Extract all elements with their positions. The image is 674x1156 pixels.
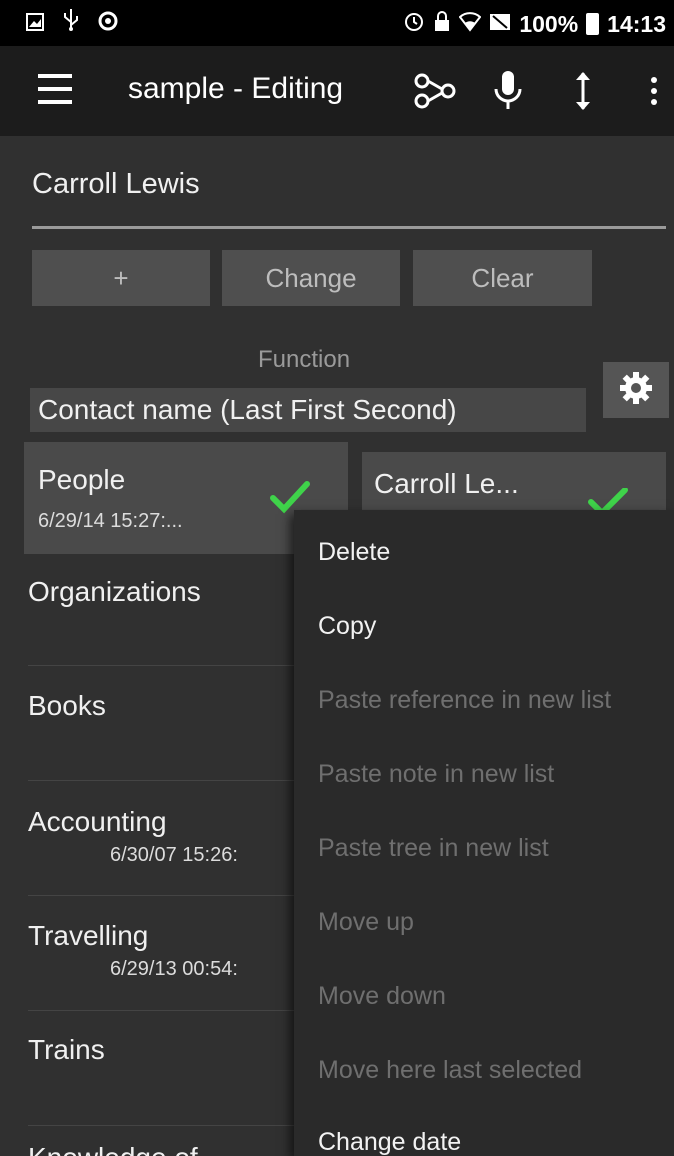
settings-button[interactable] — [603, 362, 669, 418]
list-item-date: 6/29/14 15:27:... — [38, 510, 183, 532]
microphone-icon[interactable] — [488, 66, 528, 116]
overflow-menu-icon[interactable] — [642, 66, 666, 116]
app-title: sample - Editing — [128, 72, 344, 105]
list-item-accounting[interactable]: Accounting 6/30/07 15:26: — [28, 806, 328, 867]
clear-button[interactable]: Clear — [413, 250, 592, 306]
entry-item-title: Carroll Le... — [374, 468, 519, 499]
name-input-underline — [32, 226, 666, 229]
menu-item-paste-tree[interactable]: Paste tree in new list — [318, 834, 549, 863]
add-button[interactable]: + — [32, 250, 210, 306]
divider — [28, 780, 308, 781]
list-item-title: Organizations — [28, 576, 201, 607]
menu-item-copy[interactable]: Copy — [318, 612, 376, 641]
no-signal-icon — [489, 11, 511, 38]
list-item-title: Knowledge of ... — [28, 1142, 328, 1156]
battery-icon — [586, 13, 600, 35]
list-item-title: People — [38, 464, 126, 495]
image-icon — [26, 10, 44, 38]
list-item-title: Accounting — [28, 806, 167, 837]
function-label: Function — [258, 346, 351, 373]
status-left-icons — [26, 8, 118, 39]
list-item-date: 6/29/13 00:54: — [110, 958, 238, 980]
list-item-date: 6/30/07 15:26: — [110, 844, 238, 866]
menu-item-paste-note[interactable]: Paste note in new list — [318, 760, 554, 789]
menu-item-move-up[interactable]: Move up — [318, 908, 414, 937]
divider — [28, 895, 308, 896]
gear-icon — [618, 370, 654, 411]
wifi-icon — [458, 11, 482, 38]
status-bar: 100% 14:13 — [0, 0, 674, 46]
status-right-icons: 100% 14:13 — [403, 10, 666, 38]
menu-item-change-date[interactable]: Change date — [318, 1128, 461, 1156]
list-item-organizations[interactable]: Organizations — [28, 576, 328, 608]
list-item-books[interactable]: Books — [28, 690, 328, 722]
alarm-icon — [403, 10, 425, 38]
divider — [28, 1125, 308, 1126]
divider — [28, 1010, 308, 1011]
battery-percent: 100% — [519, 10, 579, 37]
name-input[interactable] — [32, 168, 644, 201]
hamburger-menu-icon[interactable] — [38, 74, 72, 104]
menu-item-move-down[interactable]: Move down — [318, 982, 446, 1011]
app-bar: sample - Editing — [0, 46, 674, 136]
menu-item-paste-reference[interactable]: Paste reference in new list — [318, 686, 611, 715]
tree-icon[interactable] — [410, 66, 460, 116]
record-icon — [98, 10, 118, 38]
function-select[interactable]: Contact name (Last First Second) — [30, 388, 586, 432]
menu-item-delete[interactable]: Delete — [318, 538, 390, 567]
status-time: 14:13 — [607, 10, 666, 37]
menu-item-move-here[interactable]: Move here last selected — [318, 1056, 582, 1085]
reorder-icon[interactable] — [568, 66, 598, 116]
divider — [28, 665, 308, 666]
entry-item-selected[interactable]: Carroll Le... — [362, 452, 666, 518]
list-item-title: Travelling — [28, 920, 149, 951]
list-item-trains[interactable]: Trains — [28, 1034, 328, 1066]
lock-icon — [433, 10, 451, 38]
context-menu: Delete Copy Paste reference in new list … — [294, 510, 674, 1156]
list-item-title: Books — [28, 690, 106, 721]
list-item-knowledge[interactable]: Knowledge of ... — [28, 1142, 328, 1156]
list-item-travelling[interactable]: Travelling 6/29/13 00:54: — [28, 920, 328, 981]
list-item-title: Trains — [28, 1034, 105, 1065]
change-button[interactable]: Change — [222, 250, 400, 306]
usb-icon — [62, 8, 80, 39]
